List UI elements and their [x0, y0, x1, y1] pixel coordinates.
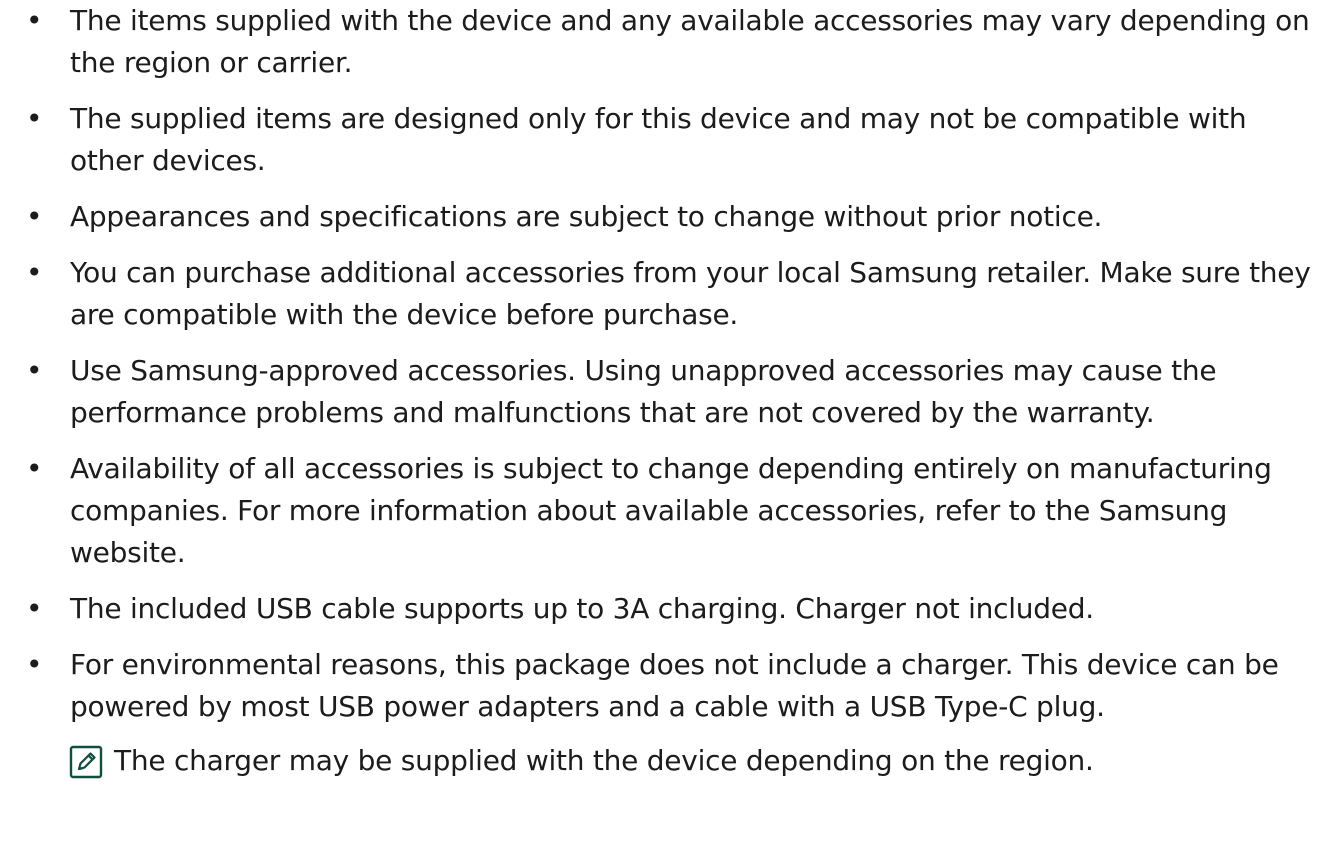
list-item-text: The items supplied with the device and a… [70, 4, 1310, 79]
list-item-text: For environmental reasons, this package … [70, 648, 1279, 723]
list-item: • The items supplied with the device and… [22, 0, 1322, 84]
list-item-text: You can purchase additional accessories … [70, 256, 1311, 331]
list-item-text: Appearances and specifications are subje… [70, 200, 1103, 233]
note-callout: The charger may be supplied with the dev… [22, 740, 1322, 782]
list-item: • Appearances and specifications are sub… [22, 196, 1322, 238]
list-item: • For environmental reasons, this packag… [22, 644, 1322, 728]
list-item: • The supplied items are designed only f… [22, 98, 1322, 182]
bullet-icon: • [26, 452, 43, 485]
accessory-notes-list: • The items supplied with the device and… [22, 0, 1322, 728]
document-page: • The items supplied with the device and… [0, 0, 1344, 862]
list-item-text: Availability of all accessories is subje… [70, 452, 1272, 569]
list-item: • Use Samsung-approved accessories. Usin… [22, 350, 1322, 434]
bullet-icon: • [26, 4, 43, 37]
bullet-icon: • [26, 200, 43, 233]
bullet-icon: • [26, 102, 43, 135]
list-item-text: Use Samsung-approved accessories. Using … [70, 354, 1217, 429]
bullet-icon: • [26, 354, 43, 387]
list-item-text: The included USB cable supports up to 3A… [70, 592, 1094, 625]
list-item-text: The supplied items are designed only for… [70, 102, 1247, 177]
list-item: • The included USB cable supports up to … [22, 588, 1322, 630]
note-text: The charger may be supplied with the dev… [114, 744, 1094, 777]
bullet-icon: • [26, 648, 43, 681]
list-item: • Availability of all accessories is sub… [22, 448, 1322, 574]
bullet-icon: • [26, 592, 43, 625]
bullet-icon: • [26, 256, 43, 289]
list-item: • You can purchase additional accessorie… [22, 252, 1322, 336]
note-pencil-icon [69, 745, 103, 779]
